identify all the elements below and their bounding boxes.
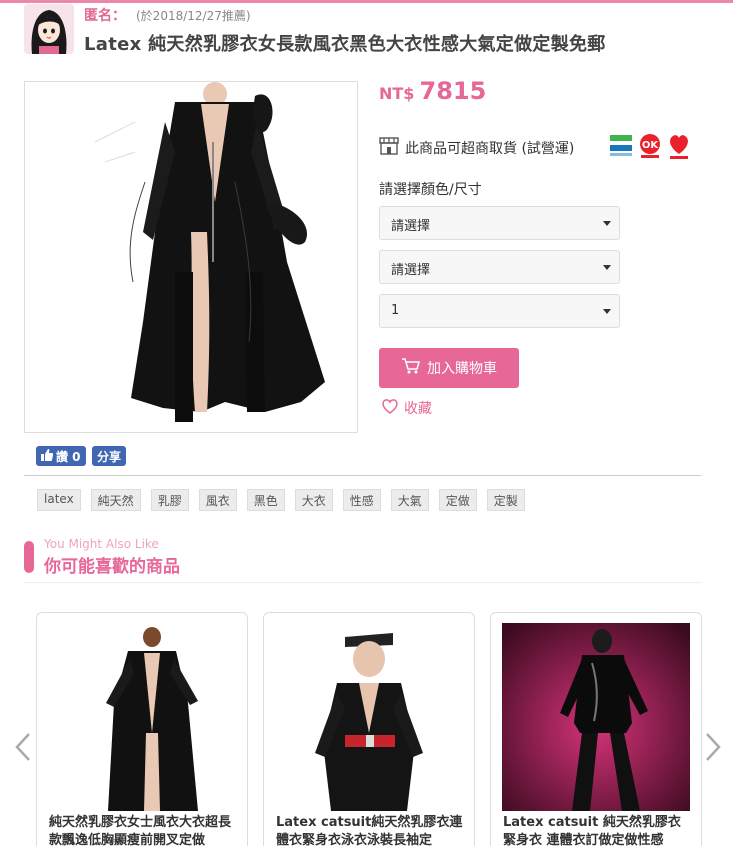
tag-custom-made[interactable]: 定做 [438, 489, 477, 511]
product-card-title[interactable]: 純天然乳膠衣女士風衣大衣超長款飄逸低胸顯瘦前開叉定做 [49, 814, 239, 846]
quantity-select-value: 1 [391, 303, 400, 318]
color-select[interactable]: 請選擇 [379, 206, 620, 240]
cart-icon [401, 357, 421, 379]
recommend-date: (於2018/12/27推薦) [136, 9, 251, 23]
heart-icon [381, 398, 399, 418]
like-label: 讚 0 [56, 449, 81, 464]
product-card-image[interactable] [502, 623, 690, 811]
product-card-title[interactable]: Latex catsuit純天然乳膠衣連體衣緊身衣泳衣泳裝長袖定 [276, 814, 466, 846]
store-icon [379, 137, 399, 159]
size-select-value: 請選擇 [391, 263, 431, 278]
variant-label: 請選擇顏色/尺寸 [379, 182, 482, 198]
tag-overcoat[interactable]: 大衣 [294, 489, 333, 511]
thumbs-up-icon [41, 448, 53, 464]
product-card-image[interactable] [275, 623, 463, 811]
familymart-logo-icon [609, 133, 633, 161]
section-title: 你可能喜歡的商品 [44, 557, 180, 577]
top-accent-bar [0, 0, 733, 3]
tag-sexy[interactable]: 性感 [342, 489, 381, 511]
quantity-select[interactable]: 1 [379, 294, 620, 328]
tag-made-to-order[interactable]: 定製 [486, 489, 525, 511]
section-title-en: You Might Also Like [44, 537, 159, 551]
price: NT$ 7815 [379, 77, 486, 105]
product-title: Latex 純天然乳膠衣女長款風衣黑色大衣性感大氣定做定製免郵 [84, 34, 606, 55]
facebook-share-button[interactable]: 分享 [92, 446, 127, 466]
product-card[interactable]: 純天然乳膠衣女士風衣大衣超長款飄逸低胸顯瘦前開叉定做 [36, 612, 248, 846]
section-divider [24, 582, 701, 583]
tag-natural[interactable]: 純天然 [90, 489, 141, 511]
product-card-title[interactable]: Latex catsuit 純天然乳膠衣緊身衣 連體衣訂做定做性感 [503, 814, 693, 846]
size-select[interactable]: 請選擇 [379, 250, 620, 284]
carousel-next-icon[interactable] [704, 732, 722, 770]
price-value: 7815 [419, 77, 487, 105]
tag-trench-coat[interactable]: 風衣 [198, 489, 237, 511]
tag-latex[interactable]: latex [37, 489, 81, 511]
tag-elegant[interactable]: 大氣 [390, 489, 429, 511]
section-accent-bar [24, 541, 34, 573]
product-card[interactable]: Latex catsuit 純天然乳膠衣緊身衣 連體衣訂做定做性感 [490, 612, 702, 846]
product-main-image[interactable] [24, 81, 358, 433]
chevron-down-icon [603, 309, 611, 314]
favorite-button[interactable]: 收藏 [381, 398, 432, 418]
favorite-label: 收藏 [404, 401, 432, 417]
carousel-prev-icon[interactable] [14, 732, 32, 770]
svg-text:OK: OK [642, 140, 660, 151]
poster-name: 匿名： [84, 8, 126, 24]
hilife-logo-icon [667, 133, 691, 161]
chevron-down-icon [603, 265, 611, 270]
currency: NT$ [379, 84, 415, 103]
add-to-cart-label: 加入購物車 [427, 361, 497, 377]
product-card-image[interactable] [48, 623, 236, 811]
pickup-text: 此商品可超商取貨 (試營運) [405, 141, 575, 157]
divider [24, 475, 701, 476]
okmart-logo-icon: OK [638, 133, 662, 161]
convenience-store-logos: OK [609, 133, 691, 161]
tag-black[interactable]: 黑色 [246, 489, 285, 511]
tag-latex-zh[interactable]: 乳膠 [150, 489, 189, 511]
add-to-cart-button[interactable]: 加入購物車 [379, 348, 519, 388]
product-card[interactable]: Latex catsuit純天然乳膠衣連體衣緊身衣泳衣泳裝長袖定 [263, 612, 475, 846]
facebook-like-button[interactable]: 讚 0 [36, 446, 86, 466]
avatar [24, 4, 74, 54]
tag-list: latex 純天然 乳膠 風衣 黑色 大衣 性感 大氣 定做 定製 [37, 489, 525, 511]
color-select-value: 請選擇 [391, 219, 431, 234]
store-pickup-notice: 此商品可超商取貨 (試營運) [379, 137, 574, 159]
chevron-down-icon [603, 221, 611, 226]
